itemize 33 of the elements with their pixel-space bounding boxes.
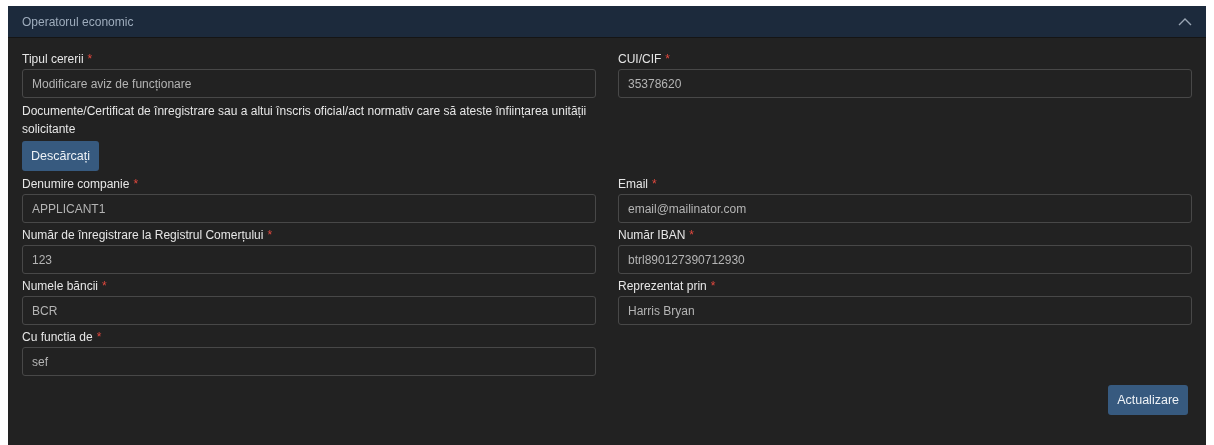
chevron-icon[interactable]: [1178, 17, 1192, 26]
input-field[interactable]: email@mailinator.com: [618, 194, 1192, 223]
field-label: Email: [618, 177, 648, 191]
input-field[interactable]: BCR: [22, 296, 596, 325]
required-mark: *: [689, 228, 695, 242]
field-label: Tipul cererii: [22, 52, 84, 66]
field-label: Numele băncii: [22, 279, 99, 293]
required-mark: *: [267, 228, 273, 242]
required-mark: *: [96, 330, 102, 344]
download-button[interactable]: Descărcați: [22, 141, 100, 171]
required-mark: *: [652, 177, 657, 191]
field-label: Denumire companie: [22, 177, 130, 191]
required-mark: *: [87, 52, 93, 66]
field-label: Reprezentat prin: [618, 279, 707, 293]
input-field[interactable]: 123: [22, 245, 596, 274]
panel-title: Operatorul economic: [22, 14, 134, 29]
input-field[interactable]: sef: [22, 347, 596, 376]
panel-header[interactable]: Operatorul economic: [8, 6, 1206, 38]
required-mark: *: [133, 177, 139, 191]
field-label: CUI/CIF: [618, 52, 662, 66]
field-label: Număr IBAN: [618, 228, 686, 242]
document-description: Documente/Certificat de înregistrare sau a altui înscris oficial/act normativ care să ateste înființarea unității solicitante: [22, 103, 588, 138]
input-field[interactable]: Modificare aviz de funcționare: [22, 69, 596, 98]
update-button[interactable]: Actualizare: [1108, 385, 1188, 415]
input-field[interactable]: APPLICANT1: [22, 194, 596, 223]
required-mark: *: [665, 52, 670, 66]
required-mark: *: [710, 279, 716, 293]
field-label: Număr de înregistrare la Registrul Comerțului: [22, 228, 264, 242]
field-label: Cu functia de: [22, 330, 93, 344]
input-field[interactable]: 35378620: [618, 69, 1192, 98]
input-field[interactable]: Harris Bryan: [618, 296, 1192, 325]
input-field[interactable]: btrl890127390712930: [618, 245, 1192, 274]
required-mark: *: [102, 279, 107, 293]
